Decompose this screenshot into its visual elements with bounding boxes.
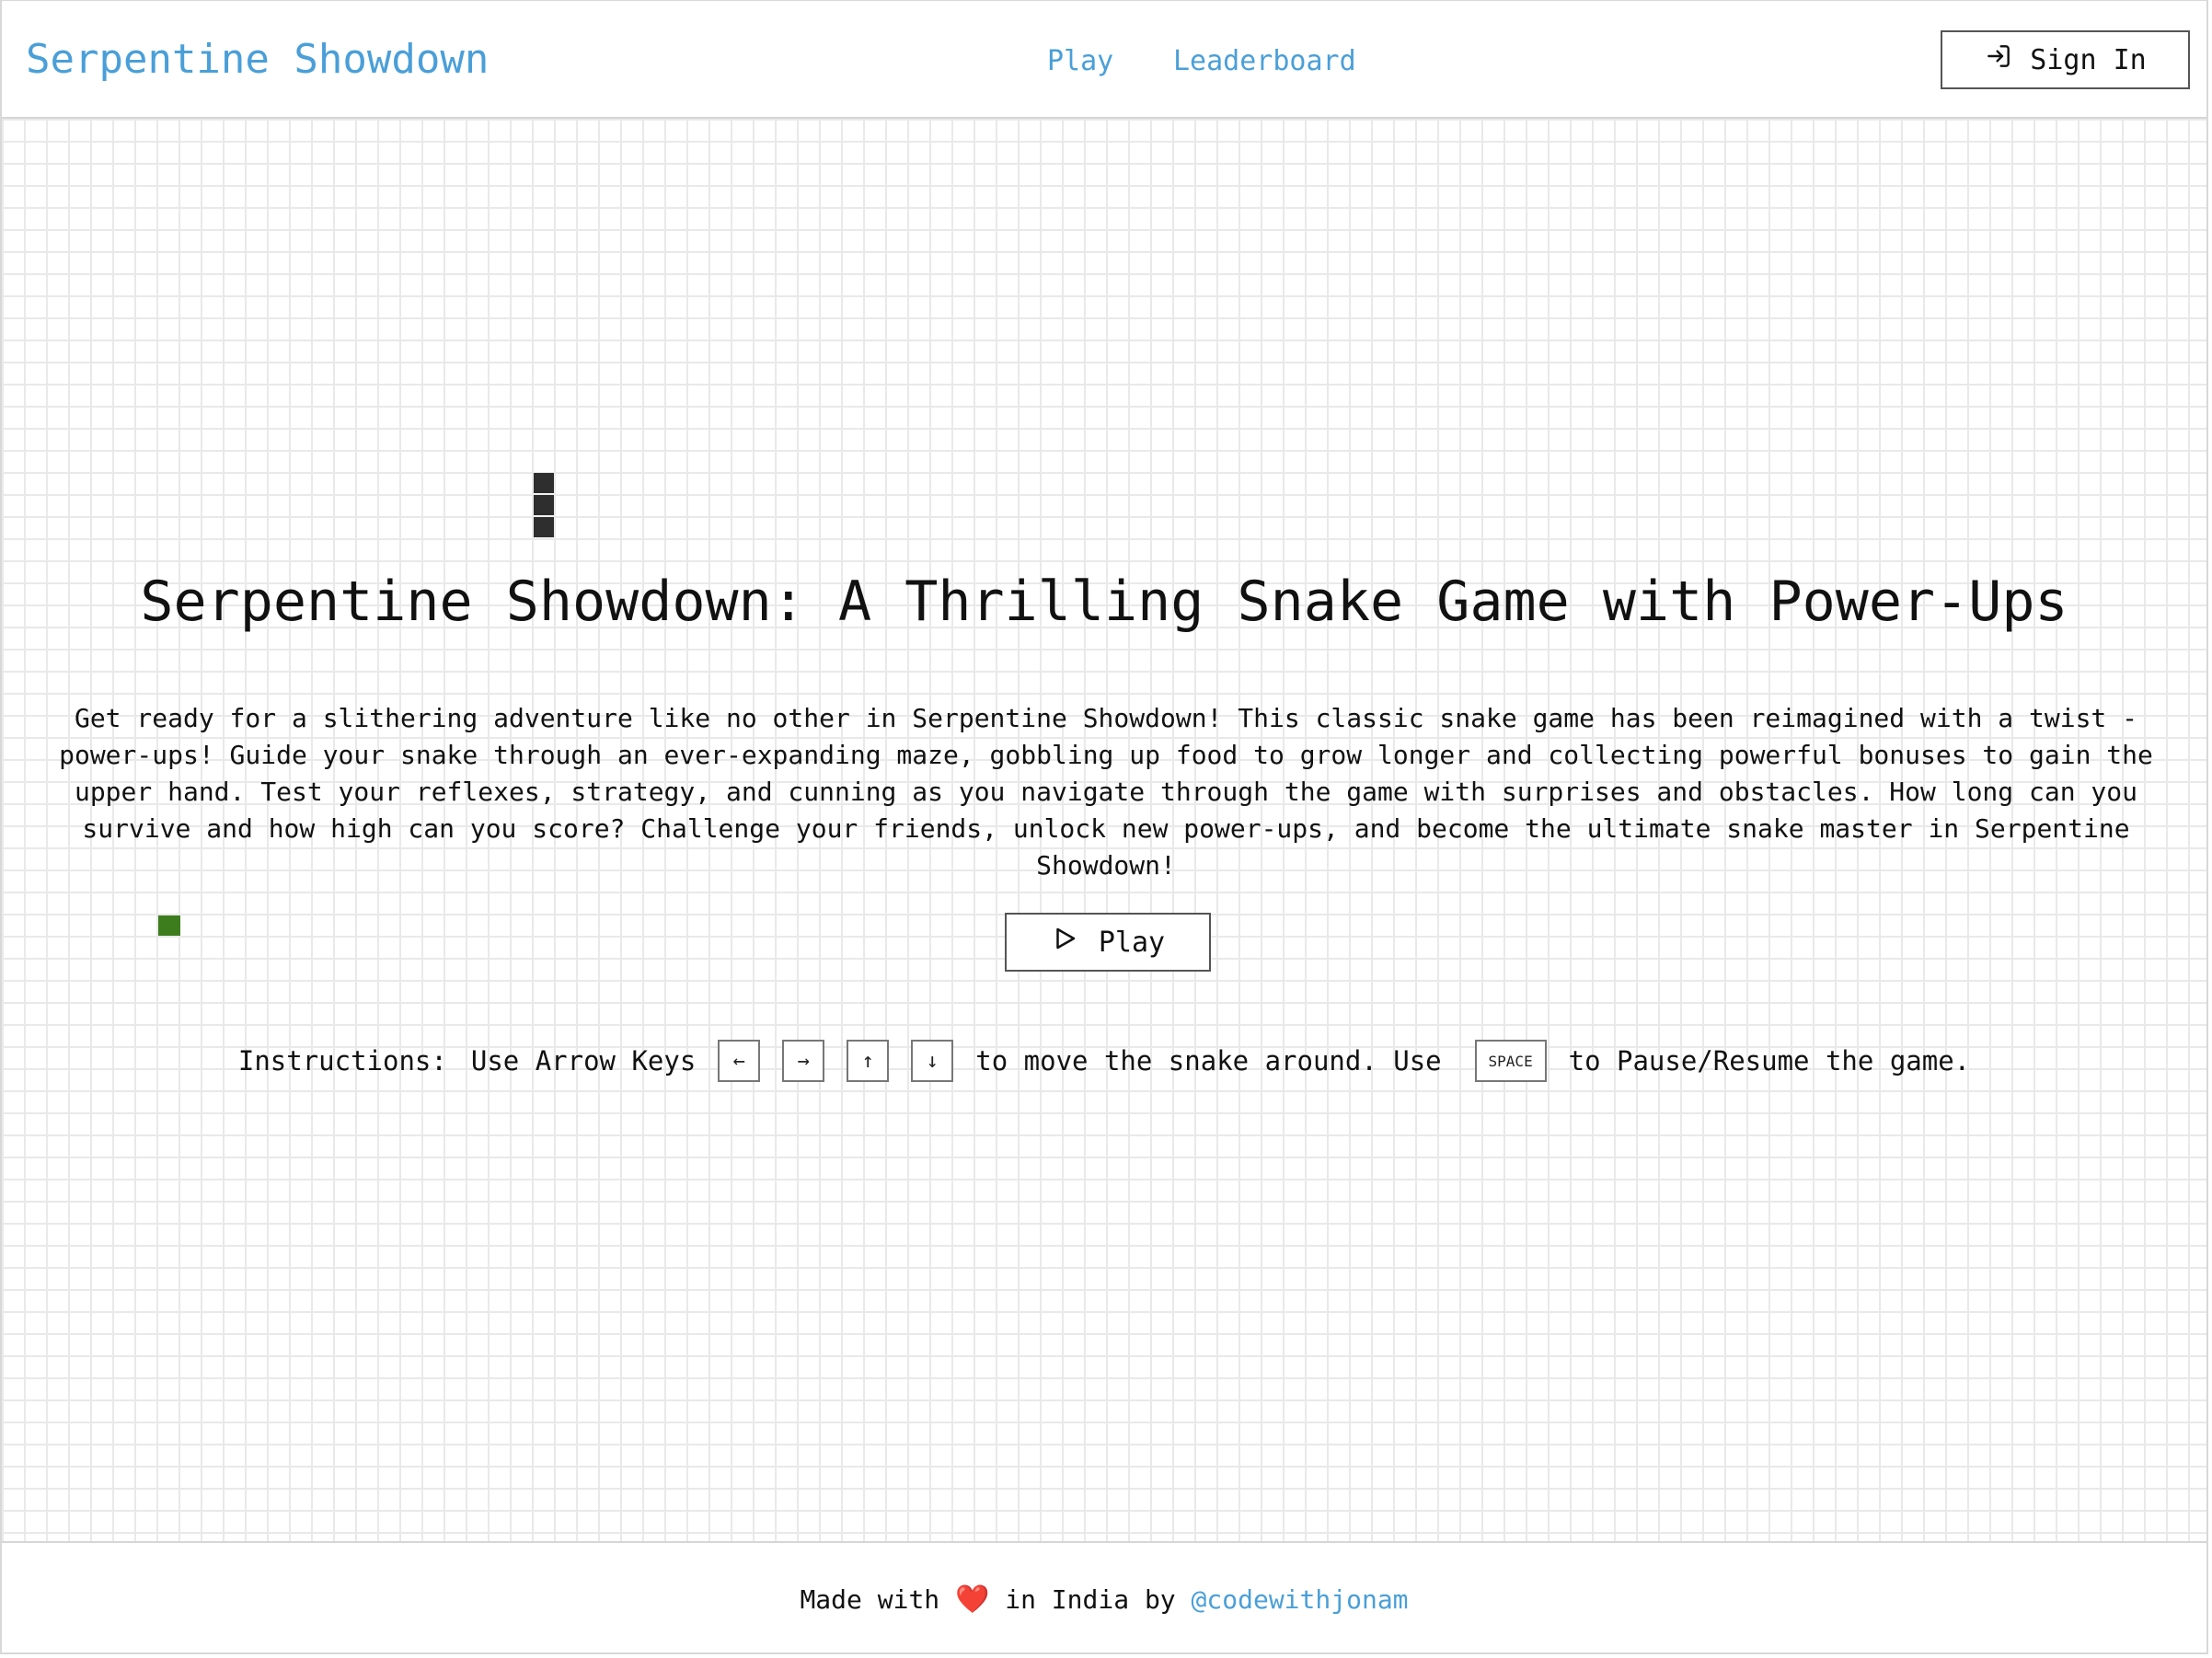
footer-made-with: Made with (800, 1583, 940, 1615)
space-key: SPACE (1474, 1040, 1547, 1082)
game-description: Get ready for a slithering adventure lik… (59, 703, 2153, 881)
play-icon (1051, 925, 1078, 960)
instructions-move-text: to move the snake around. Use (975, 1045, 1442, 1077)
play-button[interactable]: Play (1005, 913, 1211, 972)
snake (534, 473, 556, 539)
snake-segment (534, 495, 554, 515)
author-link[interactable]: @codewithjonam (1192, 1584, 1409, 1615)
top-navbar: Serpentine Showdown Play Leaderboard Sig… (2, 1, 2206, 119)
sign-in-icon (1984, 41, 2013, 78)
footer-in-india-by: in India by (1005, 1583, 1176, 1615)
arrow-down-key: ↓ (911, 1040, 954, 1082)
arrow-right-key: → (782, 1040, 825, 1082)
play-button-label: Play (1098, 926, 1166, 959)
nav-leaderboard-link[interactable]: Leaderboard (1173, 45, 1356, 77)
app-window: Serpentine Showdown Play Leaderboard Sig… (0, 0, 2208, 1654)
snake-food (158, 915, 180, 936)
heart-icon: ❤️ (955, 1583, 990, 1616)
sign-in-button[interactable]: Sign In (1941, 30, 2190, 89)
snake-segment (534, 517, 554, 537)
arrow-left-key: ← (718, 1040, 761, 1082)
nav-play-link[interactable]: Play (1047, 45, 1113, 77)
brand-logo-link[interactable]: Serpentine Showdown (26, 36, 489, 83)
instructions-label: Instructions: (237, 1045, 447, 1077)
instructions-arrow-text: Use Arrow Keys (470, 1045, 697, 1077)
instructions-row: Instructions: Use Arrow Keys ← → ↑ ↓ to … (2, 1040, 2206, 1082)
snake-segment (534, 473, 554, 493)
footer: Made with ❤️ in India by @codewithjonam (2, 1541, 2206, 1652)
arrow-up-key: ↑ (847, 1040, 890, 1082)
instructions-pause-text: to Pause/Resume the game. (1568, 1045, 1971, 1077)
sign-in-label: Sign In (2030, 43, 2147, 76)
page-title: Serpentine Showdown: A Thrilling Snake G… (140, 570, 2068, 634)
